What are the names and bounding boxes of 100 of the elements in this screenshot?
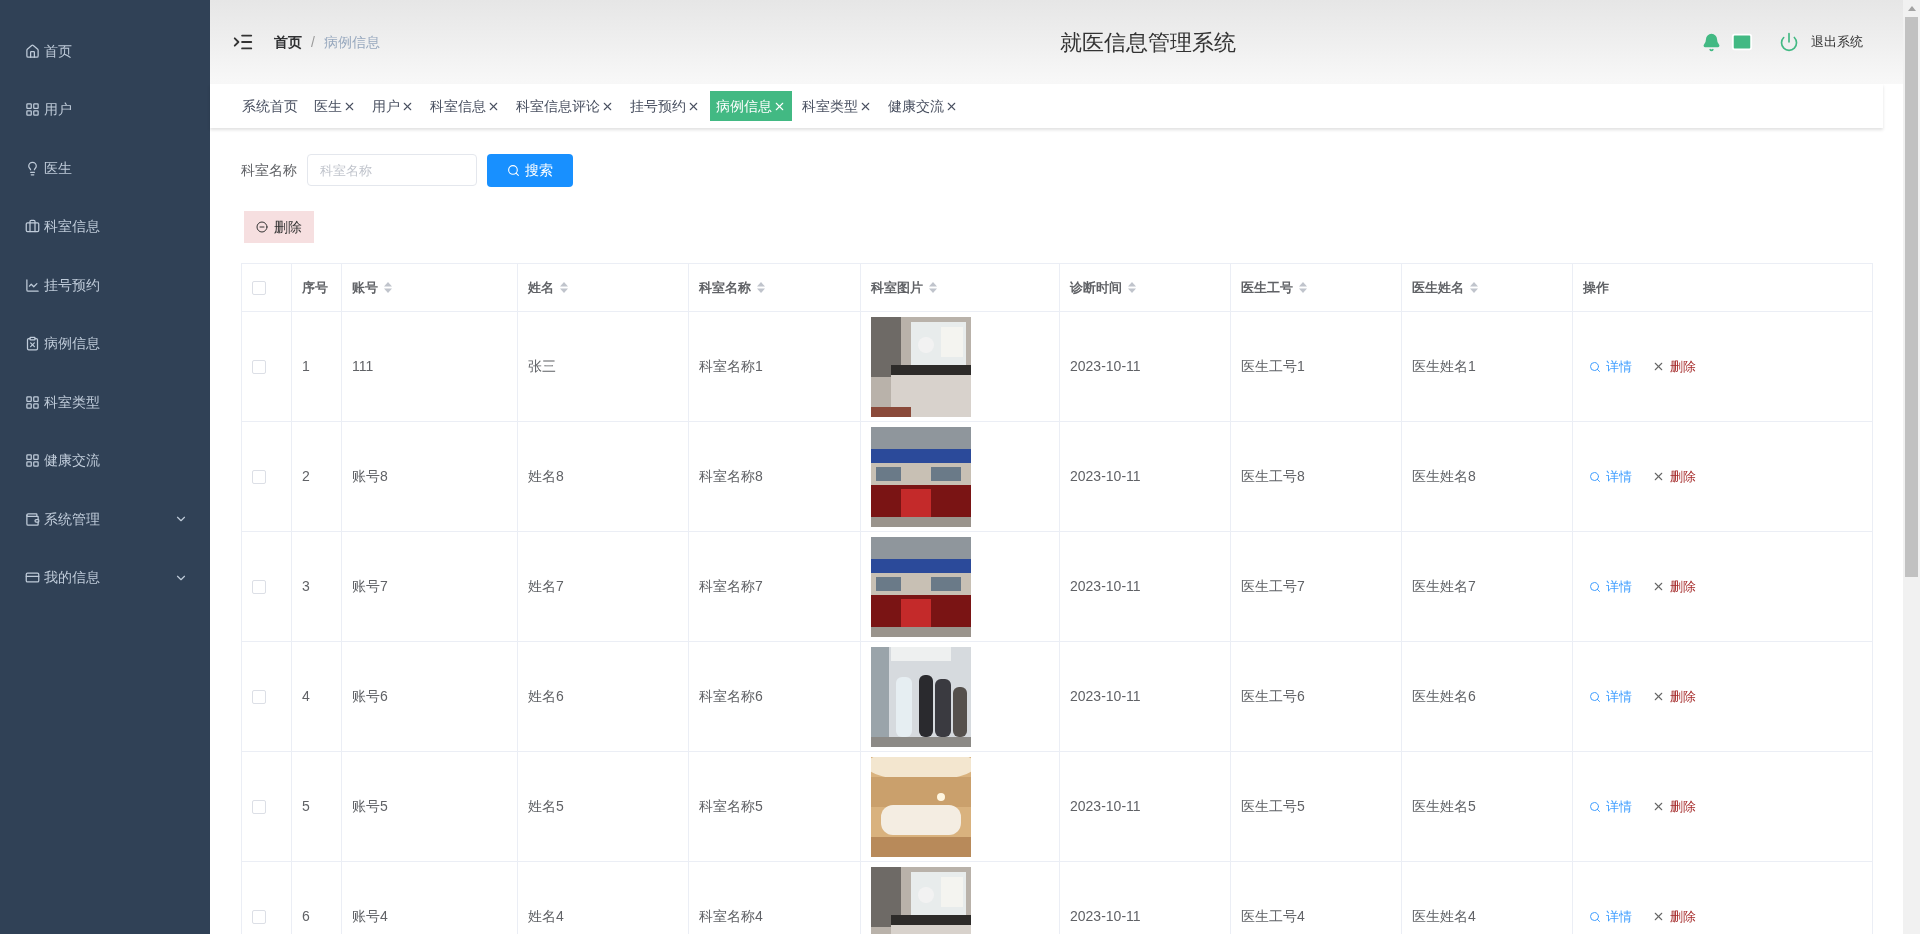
table-cell: 2023-10-11: [1070, 798, 1141, 814]
scroll-up-icon[interactable]: [1907, 6, 1916, 11]
delete-link[interactable]: 删除: [1652, 796, 1696, 817]
search-icon: [1589, 690, 1601, 703]
column-header[interactable]: 诊断时间: [1070, 277, 1122, 298]
tab[interactable]: 用户: [366, 91, 420, 121]
sidebar-item[interactable]: 挂号预约: [0, 256, 210, 315]
sidebar-item[interactable]: 用户: [0, 80, 210, 139]
checkbox[interactable]: [252, 359, 266, 374]
search-icon: [1589, 910, 1601, 923]
sidebar-item[interactable]: 科室类型: [0, 373, 210, 432]
table-cell: 医生工号4: [1241, 908, 1305, 924]
table-cell: 姓名4: [528, 908, 564, 924]
sort-icon[interactable]: [384, 282, 392, 293]
search-icon: [1589, 800, 1601, 813]
sort-icon[interactable]: [1470, 282, 1478, 293]
close-icon: [1652, 910, 1665, 923]
table-cell: 3: [302, 578, 310, 594]
delete-link[interactable]: 删除: [1652, 466, 1696, 487]
search-icon: [1589, 470, 1601, 483]
sidebar-item[interactable]: 科室信息: [0, 197, 210, 256]
delete-link[interactable]: 删除: [1652, 906, 1696, 927]
tab[interactable]: 科室类型: [796, 91, 878, 121]
table-cell: 2: [302, 468, 310, 484]
table-cell: 医生工号5: [1241, 798, 1305, 814]
power-icon[interactable]: [1779, 32, 1799, 52]
close-icon: [1652, 580, 1665, 593]
table-cell: 医生姓名8: [1412, 468, 1476, 484]
checkbox[interactable]: [252, 469, 266, 484]
table-cell: 姓名5: [528, 798, 564, 814]
scrollbar-thumb[interactable]: [1905, 17, 1918, 577]
tab[interactable]: 挂号预约: [624, 91, 706, 121]
minus-circle-icon: [256, 221, 268, 233]
sidebar-item[interactable]: 系统管理: [0, 490, 210, 549]
close-icon: [1652, 800, 1665, 813]
sidebar-item[interactable]: 首页: [0, 22, 210, 81]
table-cell: 账号8: [352, 468, 388, 484]
table-cell: 2023-10-11: [1070, 358, 1141, 374]
page-title: 就医信息管理系统: [1060, 28, 1236, 57]
breadcrumb-item[interactable]: 首页: [274, 31, 302, 53]
sidebar-item[interactable]: 健康交流: [0, 431, 210, 490]
breadcrumb-separator: /: [311, 32, 315, 52]
table-cell: 医生姓名1: [1412, 358, 1476, 374]
checkbox[interactable]: [252, 579, 266, 594]
column-header[interactable]: 科室图片: [871, 277, 923, 298]
checkbox[interactable]: [252, 280, 266, 295]
checkbox[interactable]: [252, 689, 266, 704]
grid-icon: [25, 102, 40, 118]
tab[interactable]: 医生: [308, 91, 362, 121]
tab[interactable]: 健康交流: [882, 91, 964, 121]
table-cell: 医生工号6: [1241, 688, 1305, 704]
tab[interactable]: 科室信息: [424, 91, 506, 121]
sort-icon[interactable]: [1299, 282, 1307, 293]
table-cell: 2023-10-11: [1070, 578, 1141, 594]
table-cell: 账号5: [352, 798, 388, 814]
sidebar-item[interactable]: 病例信息: [0, 314, 210, 373]
sidebar-item[interactable]: 我的信息: [0, 548, 210, 607]
delete-link[interactable]: 删除: [1652, 686, 1696, 707]
column-header[interactable]: 医生工号: [1241, 277, 1293, 298]
checkbox[interactable]: [252, 799, 266, 814]
search-label: 科室名称: [241, 160, 297, 180]
grid-icon: [25, 394, 40, 410]
table-cell: 科室名称4: [699, 908, 763, 924]
table-cell: 2023-10-11: [1070, 908, 1141, 924]
delete-link[interactable]: 删除: [1652, 356, 1696, 377]
close-icon: [1652, 470, 1665, 483]
sidebar-item[interactable]: 医生: [0, 139, 210, 198]
table-cell: 5: [302, 798, 310, 814]
search-field[interactable]: 科室名称: [307, 154, 477, 186]
table-cell: 姓名8: [528, 468, 564, 484]
delete-link[interactable]: 删除: [1652, 576, 1696, 597]
close-icon: [1652, 360, 1665, 373]
bell-icon[interactable]: [1702, 32, 1721, 52]
wallet-icon: [25, 511, 40, 527]
table-cell: 医生工号7: [1241, 578, 1305, 594]
table-cell: 科室名称1: [699, 358, 763, 374]
sort-icon[interactable]: [560, 282, 568, 293]
table-cell: 111: [352, 358, 374, 374]
column-header[interactable]: 姓名: [528, 277, 554, 298]
clipboard-icon: [25, 336, 40, 352]
logout-link[interactable]: 退出系统: [1811, 32, 1863, 52]
tab[interactable]: 系统首页: [236, 91, 304, 121]
delete-button[interactable]: 删除: [244, 211, 314, 243]
table-cell: 医生姓名5: [1412, 798, 1476, 814]
tab[interactable]: 科室信息评论: [510, 91, 620, 121]
checkbox[interactable]: [252, 909, 266, 924]
table-cell: 2023-10-11: [1070, 468, 1141, 484]
table-cell: 张三: [528, 358, 556, 374]
column-header: 操作: [1583, 278, 1609, 297]
scrollbar[interactable]: [1903, 0, 1920, 934]
sort-icon[interactable]: [1128, 282, 1136, 293]
table-cell: 6: [302, 908, 310, 924]
table-cell: 账号6: [352, 688, 388, 704]
column-header[interactable]: 科室名称: [699, 277, 751, 298]
table-cell: 姓名7: [528, 578, 564, 594]
column-header[interactable]: 账号: [352, 277, 378, 298]
sort-icon[interactable]: [929, 282, 937, 293]
sort-icon[interactable]: [757, 282, 765, 293]
table-cell: 2023-10-11: [1070, 688, 1141, 704]
column-header[interactable]: 医生姓名: [1412, 277, 1464, 298]
